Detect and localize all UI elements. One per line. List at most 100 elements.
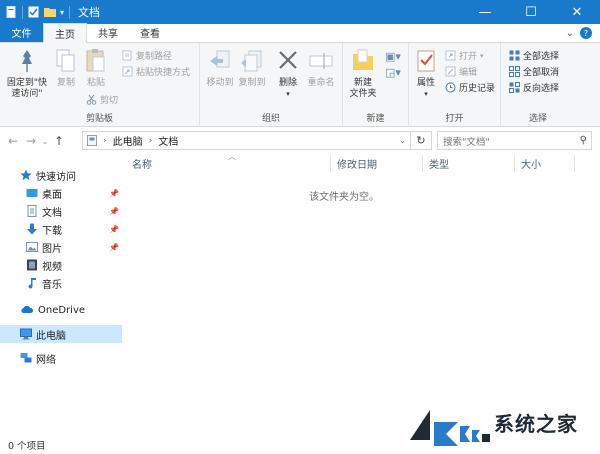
move-to-button[interactable]: 移动到 xyxy=(204,47,236,89)
new-folder-label: 新建 文件夹 xyxy=(349,78,377,99)
video-icon xyxy=(26,259,38,271)
breadcrumb-separator-icon: › xyxy=(103,135,107,146)
expand-ribbon-icon[interactable]: ⌄ xyxy=(566,28,574,39)
tab-home[interactable]: 主页 xyxy=(43,23,87,43)
new-folder-icon[interactable] xyxy=(44,6,56,18)
column-header-name[interactable]: 名称 xyxy=(126,155,331,172)
nav-item-videos[interactable]: 视频 xyxy=(0,256,122,274)
nav-item-music[interactable]: 音乐 xyxy=(0,274,122,292)
breadcrumb-documents[interactable]: 文档 xyxy=(158,133,178,148)
pc-location-icon xyxy=(87,135,97,146)
ribbon-tabs: 文件 主页 共享 查看 ⌄ ? xyxy=(0,23,600,43)
nav-item-onedrive[interactable]: OneDrive xyxy=(0,301,122,319)
separator xyxy=(69,5,71,19)
delete-button[interactable]: 删除 ▾ xyxy=(274,47,302,100)
help-icon[interactable]: ? xyxy=(580,27,592,39)
column-header-date[interactable]: 修改日期 xyxy=(331,155,423,172)
quick-access-item[interactable]: 快速访问 xyxy=(0,166,122,184)
nav-item-this-pc[interactable]: 此电脑 xyxy=(0,325,122,343)
tab-view[interactable]: 查看 xyxy=(129,23,171,42)
properties-icon xyxy=(417,50,435,72)
search-icon: ⚲ xyxy=(579,135,587,146)
address-dropdown-icon[interactable]: ⌄ xyxy=(399,136,406,145)
navigation-bar: ← → ⌄ ↑ › 此电脑 › 文档 ⌄ ↻ 搜索"文档" ⚲ xyxy=(0,127,600,155)
nav-item-documents[interactable]: 文档 📌 xyxy=(0,202,122,220)
up-arrow-icon[interactable]: ↑ xyxy=(50,134,68,148)
group-open: 属性 ▾ 打开 ▾ 编辑 历史记录 打开 xyxy=(409,43,501,127)
maximize-button[interactable]: ☐ xyxy=(508,0,554,24)
address-bar[interactable]: › 此电脑 › 文档 ⌄ xyxy=(82,131,411,150)
separator xyxy=(22,5,23,19)
properties-check-icon[interactable] xyxy=(28,6,39,18)
close-button[interactable]: ✕ xyxy=(554,0,600,24)
back-arrow-icon[interactable]: ← xyxy=(4,134,22,148)
quick-access-toolbar: ▾ xyxy=(0,5,71,19)
copy-button[interactable]: 复制 xyxy=(52,47,80,89)
nav-item-desktop[interactable]: 桌面 📌 xyxy=(0,184,122,202)
open-icon xyxy=(445,50,456,61)
paste-button[interactable]: 粘贴 xyxy=(82,47,110,89)
search-box[interactable]: 搜索"文档" ⚲ xyxy=(437,131,592,150)
new-folder-button[interactable]: 新建 文件夹 xyxy=(345,47,381,100)
edit-button[interactable]: 编辑 xyxy=(445,65,477,78)
scissors-icon xyxy=(86,94,97,105)
delete-dropdown-icon[interactable]: ▾ xyxy=(286,89,290,100)
tab-share[interactable]: 共享 xyxy=(87,23,129,42)
nav-item-label: 桌面 xyxy=(42,189,62,201)
pictures-icon xyxy=(26,241,38,253)
group-label-open: 打开 xyxy=(445,114,464,124)
easy-access-icon[interactable]: ◲▾ xyxy=(385,66,401,79)
paste-shortcut-icon xyxy=(122,66,133,77)
column-header-size[interactable]: 大小 xyxy=(515,155,575,172)
select-none-button[interactable]: 全部取消 xyxy=(509,65,559,78)
history-button[interactable]: 历史记录 xyxy=(445,81,495,94)
pin-icon[interactable]: 📌 xyxy=(109,243,119,252)
copy-path-label: 复制路径 xyxy=(136,52,173,62)
group-organize: 移动到 复制到 删除 ▾ 重命名 组织 xyxy=(200,43,343,127)
pin-icon[interactable]: 📌 xyxy=(109,207,119,216)
nav-item-network[interactable]: 网络 xyxy=(0,349,122,367)
forward-arrow-icon[interactable]: → xyxy=(22,134,40,148)
rename-button[interactable]: 重命名 xyxy=(304,47,338,89)
pin-icon xyxy=(22,50,32,72)
open-label: 打开 xyxy=(459,52,478,62)
window-title: 文档 xyxy=(78,6,101,19)
select-all-button[interactable]: 全部选择 xyxy=(509,49,559,62)
document-icon xyxy=(26,205,38,217)
nav-item-label: 此电脑 xyxy=(36,330,66,342)
cloud-icon xyxy=(20,304,34,316)
edit-label: 编辑 xyxy=(459,68,478,78)
nav-item-downloads[interactable]: 下载 📌 xyxy=(0,220,122,238)
properties-dropdown-icon[interactable]: ▾ xyxy=(424,89,428,100)
open-dropdown-icon[interactable]: ▾ xyxy=(480,52,484,60)
pin-label: 固定到"快 速访问" xyxy=(6,78,48,99)
copy-to-button[interactable]: 复制到 xyxy=(236,47,268,89)
copy-icon xyxy=(56,49,75,72)
pin-icon[interactable]: 📌 xyxy=(109,189,119,198)
breadcrumb-this-pc[interactable]: 此电脑 xyxy=(113,133,143,148)
nav-item-pictures[interactable]: 图片 📌 xyxy=(0,238,122,256)
file-list[interactable]: ︿ 名称 修改日期 类型 大小 该文件夹为空。 xyxy=(122,152,592,435)
paste-shortcut-button[interactable]: 粘贴快捷方式 xyxy=(122,65,190,78)
nav-item-label: 下载 xyxy=(42,225,62,237)
new-item-icon[interactable]: ▣▾ xyxy=(385,50,401,63)
cut-button[interactable]: 剪切 xyxy=(86,93,118,106)
copy-path-button[interactable]: 复制路径 xyxy=(122,49,172,62)
group-new: 新建 文件夹 ▣▾ ◲▾ 新建 xyxy=(343,43,409,127)
quick-access-label: 快速访问 xyxy=(36,171,76,183)
pin-quick-access-button[interactable]: 固定到"快 速访问" xyxy=(4,47,50,100)
vertical-scrollbar[interactable] xyxy=(592,155,600,435)
open-button[interactable]: 打开 ▾ xyxy=(445,49,484,62)
minimize-button[interactable]: — xyxy=(462,0,508,24)
invert-selection-button[interactable]: 反向选择 xyxy=(509,81,559,94)
group-select: 全部选择 全部取消 反向选择 选择 xyxy=(501,43,575,127)
download-arrow-icon xyxy=(26,223,38,235)
properties-button[interactable]: 属性 ▾ xyxy=(413,47,439,100)
tab-file[interactable]: 文件 xyxy=(0,23,43,42)
music-note-icon xyxy=(26,277,38,289)
pin-icon[interactable]: 📌 xyxy=(109,225,119,234)
recent-locations-icon[interactable]: ⌄ xyxy=(40,137,50,146)
column-header-type[interactable]: 类型 xyxy=(423,155,515,172)
refresh-button[interactable]: ↻ xyxy=(411,131,432,150)
customize-dropdown-icon[interactable]: ▾ xyxy=(60,8,64,17)
